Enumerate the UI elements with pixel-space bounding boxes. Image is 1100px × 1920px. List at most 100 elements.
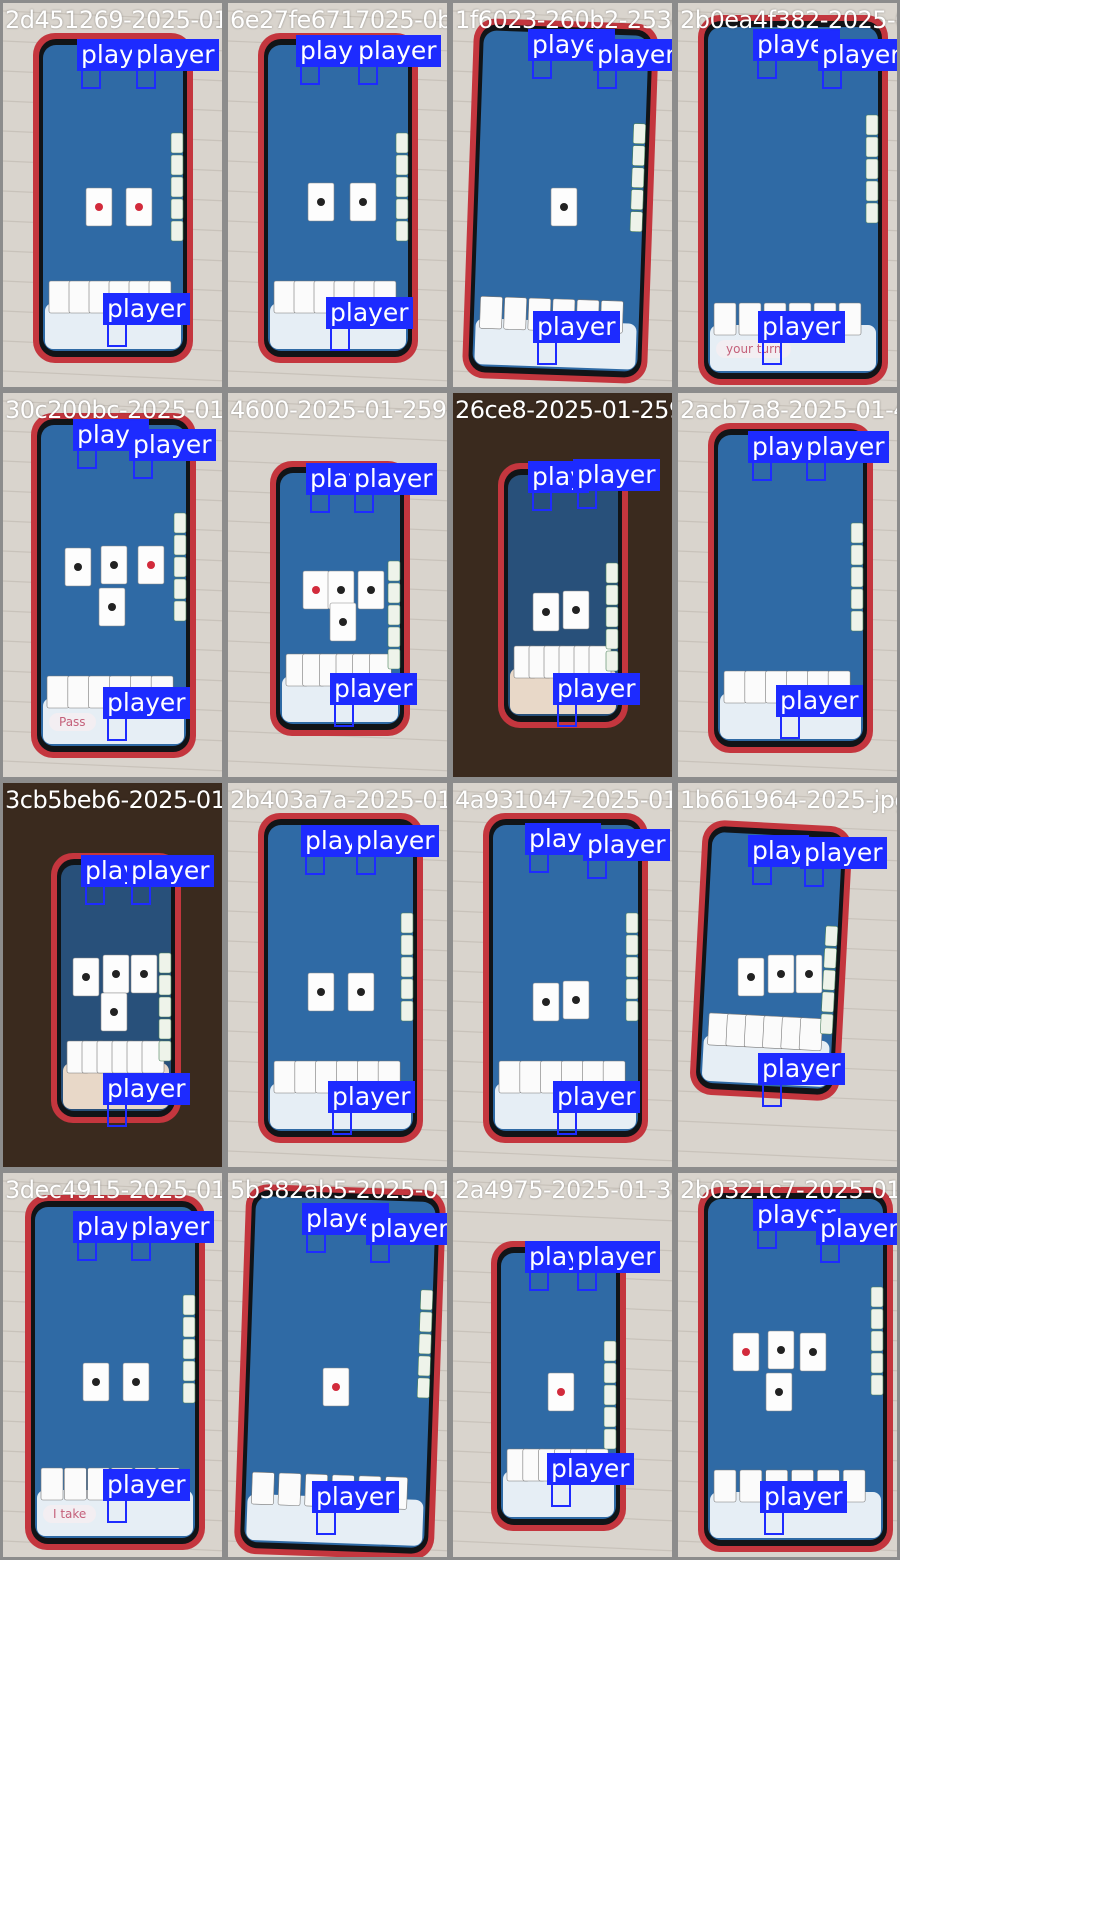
game-status-pill: Pass: [49, 713, 96, 731]
player-detection-box: [305, 855, 325, 875]
player-detection-box: [532, 59, 552, 79]
deck-card: [387, 626, 401, 648]
card-pip: [742, 1348, 750, 1356]
player-detection-box: [537, 341, 557, 365]
card-pip: [560, 203, 568, 211]
deck-card: [603, 1340, 617, 1362]
player-detection-box: [85, 885, 105, 905]
deck-card: [400, 1000, 414, 1022]
player-detection-label: player: [127, 855, 214, 887]
hand-card: [40, 1467, 64, 1501]
hand-card: [723, 670, 747, 704]
hand-card: [713, 302, 737, 336]
player-detection-box: [77, 1241, 97, 1261]
card-pip: [110, 561, 118, 569]
deck-card: [158, 1018, 172, 1040]
mosaic-tile: 5b382ab5-2025-01-2 playerplayerplayer: [225, 1170, 450, 1560]
player-detection-box: [806, 461, 826, 481]
deck-card: [182, 1382, 196, 1404]
mosaic-tile: 3dec4915-2025-01-1 I take playe player play…: [0, 1170, 225, 1560]
deck-card: [387, 648, 401, 670]
deck-card: [182, 1316, 196, 1338]
player-detection-box: [752, 865, 772, 885]
player-detection-box: [107, 1103, 127, 1127]
card-pip: [110, 1008, 118, 1016]
mosaic-tile: 30c200bc-2025-01-1 Pass playe player player: [0, 390, 225, 780]
card-pip: [777, 970, 785, 978]
game-status-pill: I take: [43, 1505, 97, 1523]
player-detection-label: player: [547, 1453, 634, 1485]
deck-card: [605, 562, 619, 584]
player-detection-box: [107, 1499, 127, 1523]
player-detection-label: player: [533, 311, 620, 343]
mosaic-tile: 4a931047-2025-01-2 playeplayerplayer: [450, 780, 675, 1170]
deck-card: [173, 512, 187, 534]
hand-card: [294, 1060, 318, 1094]
deck-card: [605, 584, 619, 606]
deck-card: [632, 123, 646, 145]
deck-card: [395, 154, 409, 176]
card-pip: [140, 970, 148, 978]
deck-card: [400, 912, 414, 934]
player-detection-box: [356, 855, 376, 875]
player-detection-box: [310, 493, 330, 513]
player-detection-box: [529, 1271, 549, 1291]
player-detection-box: [597, 69, 617, 89]
deck-card: [158, 1040, 172, 1062]
deck-card: [850, 566, 864, 588]
deck-card: [821, 991, 835, 1013]
player-detection-box: [77, 449, 97, 469]
deck-card: [870, 1308, 884, 1330]
player-detection-box: [762, 1083, 782, 1107]
player-detection-label: player: [132, 39, 219, 71]
mosaic-tile: 26ce8-2025-01-2595 play player player: [450, 390, 675, 780]
deck-card: [850, 588, 864, 610]
deck-card: [870, 1330, 884, 1352]
deck-card: [603, 1362, 617, 1384]
deck-card: [395, 198, 409, 220]
player-detection-box: [133, 459, 153, 479]
deck-card: [416, 1377, 431, 1399]
deck-card: [823, 947, 837, 969]
mosaic-tile: 3cb5beb6-2025-01-2 play player player: [0, 780, 225, 1170]
mosaic-tile: 2acb7a8-2025-01-45 playe player player: [675, 390, 900, 780]
player-detection-box: [358, 65, 378, 85]
player-detection-box: [332, 1111, 352, 1135]
deck-card: [400, 978, 414, 1000]
deck-card: [820, 1013, 834, 1035]
deck-card: [387, 582, 401, 604]
deck-card: [182, 1294, 196, 1316]
deck-card: [173, 600, 187, 622]
card-pip: [317, 198, 325, 206]
card-pip: [805, 970, 813, 978]
mosaic-tile: 6e27fe6717025-0b.jpg playeplayerplayer: [225, 0, 450, 390]
deck-card: [632, 145, 646, 167]
deck-card: [850, 610, 864, 632]
player-detection-label: player: [776, 685, 863, 717]
player-detection-label: player: [103, 293, 190, 325]
hand-card: [713, 1469, 737, 1503]
card-pip: [132, 1378, 140, 1386]
card-pip: [542, 608, 550, 616]
card-pip: [108, 603, 116, 611]
player-detection-label: player: [800, 837, 887, 869]
player-detection-box: [757, 1229, 777, 1249]
player-detection-box: [822, 69, 842, 89]
hand-card: [519, 1060, 543, 1094]
card-pip: [542, 998, 550, 1006]
deck-card: [630, 189, 644, 211]
player-detection-box: [587, 859, 607, 879]
deck-card: [631, 167, 645, 189]
player-detection-label: player: [758, 1053, 845, 1085]
deck-card: [395, 132, 409, 154]
deck-card: [400, 934, 414, 956]
player-detection-box: [316, 1511, 336, 1535]
player-detection-label: player: [352, 825, 439, 857]
deck-card: [418, 1333, 432, 1355]
card-pip: [317, 988, 325, 996]
deck-card: [173, 556, 187, 578]
mosaic-tile: 2d451269-2025-01-1 playeplayerplayer: [0, 0, 225, 390]
player-detection-box: [780, 715, 800, 739]
hand-card: [739, 1469, 763, 1503]
deck-card: [419, 1311, 433, 1333]
